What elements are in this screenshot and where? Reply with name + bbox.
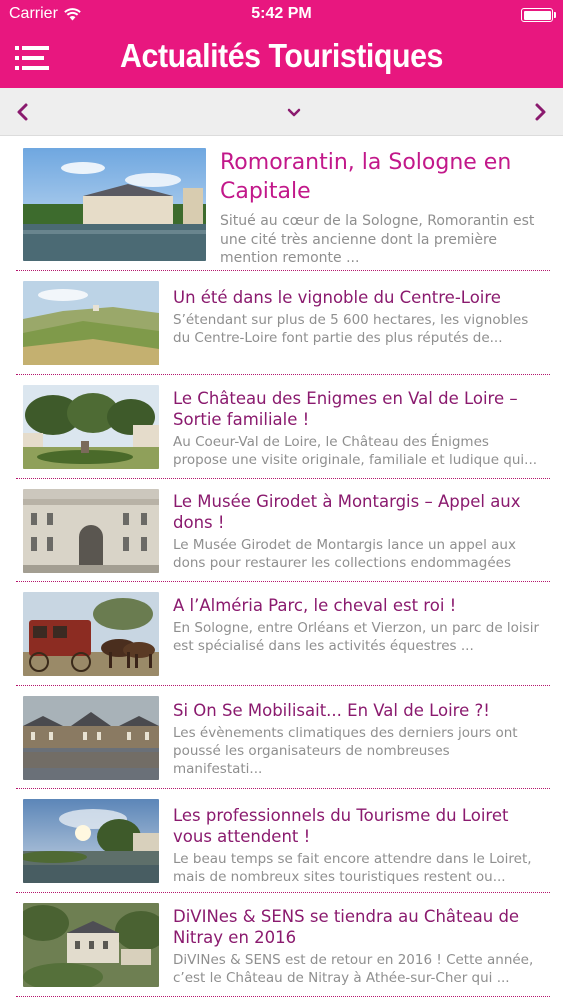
page-title: Actualités Touristiques — [120, 37, 443, 74]
article-summary: Les évènements climatiques des derniers … — [173, 725, 518, 777]
battery-icon — [521, 8, 556, 22]
article-headline: Un été dans le vignoble du Centre-Loire — [173, 288, 501, 307]
article-item[interactable]: Un été dans le vignoble du Centre-Loire … — [16, 271, 550, 375]
chevron-right-icon[interactable] — [529, 100, 551, 124]
article-headline: Si On Se Mobilisait... En Val de Loire ?… — [173, 701, 490, 720]
article-thumbnail — [23, 385, 159, 469]
article-thumbnail — [23, 799, 159, 883]
article-item[interactable]: Si On Se Mobilisait... En Val de Loire ?… — [16, 686, 550, 789]
article-thumbnail — [23, 696, 159, 780]
chevron-down-icon[interactable] — [284, 102, 304, 122]
article-thumbnail — [23, 903, 159, 987]
article-summary: Au Coeur-Val de Loire, le Château des Én… — [173, 434, 538, 468]
article-item[interactable]: Les professionnels du Tourisme du Loiret… — [16, 789, 550, 893]
article-item[interactable]: Le Musée Girodet à Montargis – Appel aux… — [16, 479, 550, 582]
article-summary: DiVINes & SENS est de retour en 2016 ! C… — [173, 952, 534, 986]
article-summary: Le beau temps se fait encore attendre da… — [173, 851, 532, 885]
article-item[interactable]: DiVINes & SENS se tiendra au Château de … — [16, 893, 550, 997]
chevron-left-icon[interactable] — [12, 100, 34, 124]
article-headline: Romorantin, la Sologne en Capitale — [220, 150, 512, 204]
article-thumbnail — [23, 592, 159, 676]
article-headline: Le Musée Girodet à Montargis – Appel aux… — [173, 492, 521, 532]
article-thumbnail — [23, 489, 159, 573]
menu-icon[interactable] — [15, 42, 49, 74]
article-headline: DiVINes & SENS se tiendra au Château de … — [173, 907, 520, 947]
article-headline: Les professionnels du Tourisme du Loiret… — [173, 806, 509, 846]
article-item[interactable]: Le Château des Enigmes en Val de Loire –… — [16, 375, 550, 479]
article-headline: Le Château des Enigmes en Val de Loire –… — [173, 389, 518, 429]
article-thumbnail — [23, 148, 206, 261]
article-item[interactable]: A l’Alméria Parc, le cheval est roi ! En… — [16, 582, 550, 686]
article-summary: Situé au cœur de la Sologne, Romorantin … — [220, 213, 535, 266]
article-summary: S’étendant sur plus de 5 600 hectares, l… — [173, 312, 529, 346]
article-item[interactable]: Romorantin, la Sologne en Capitale Situé… — [16, 137, 550, 271]
status-bar: Carrier 5:42 PM — [0, 0, 563, 30]
clock: 5:42 PM — [251, 5, 312, 22]
article-summary: Le Musée Girodet de Montargis lance un a… — [173, 537, 516, 571]
section-navigator — [0, 88, 563, 136]
article-summary: En Sologne, entre Orléans et Vierzon, un… — [173, 620, 540, 654]
article-thumbnail — [23, 281, 159, 365]
article-headline: A l’Alméria Parc, le cheval est roi ! — [173, 596, 457, 615]
navigation-bar: Actualités Touristiques — [0, 30, 563, 88]
